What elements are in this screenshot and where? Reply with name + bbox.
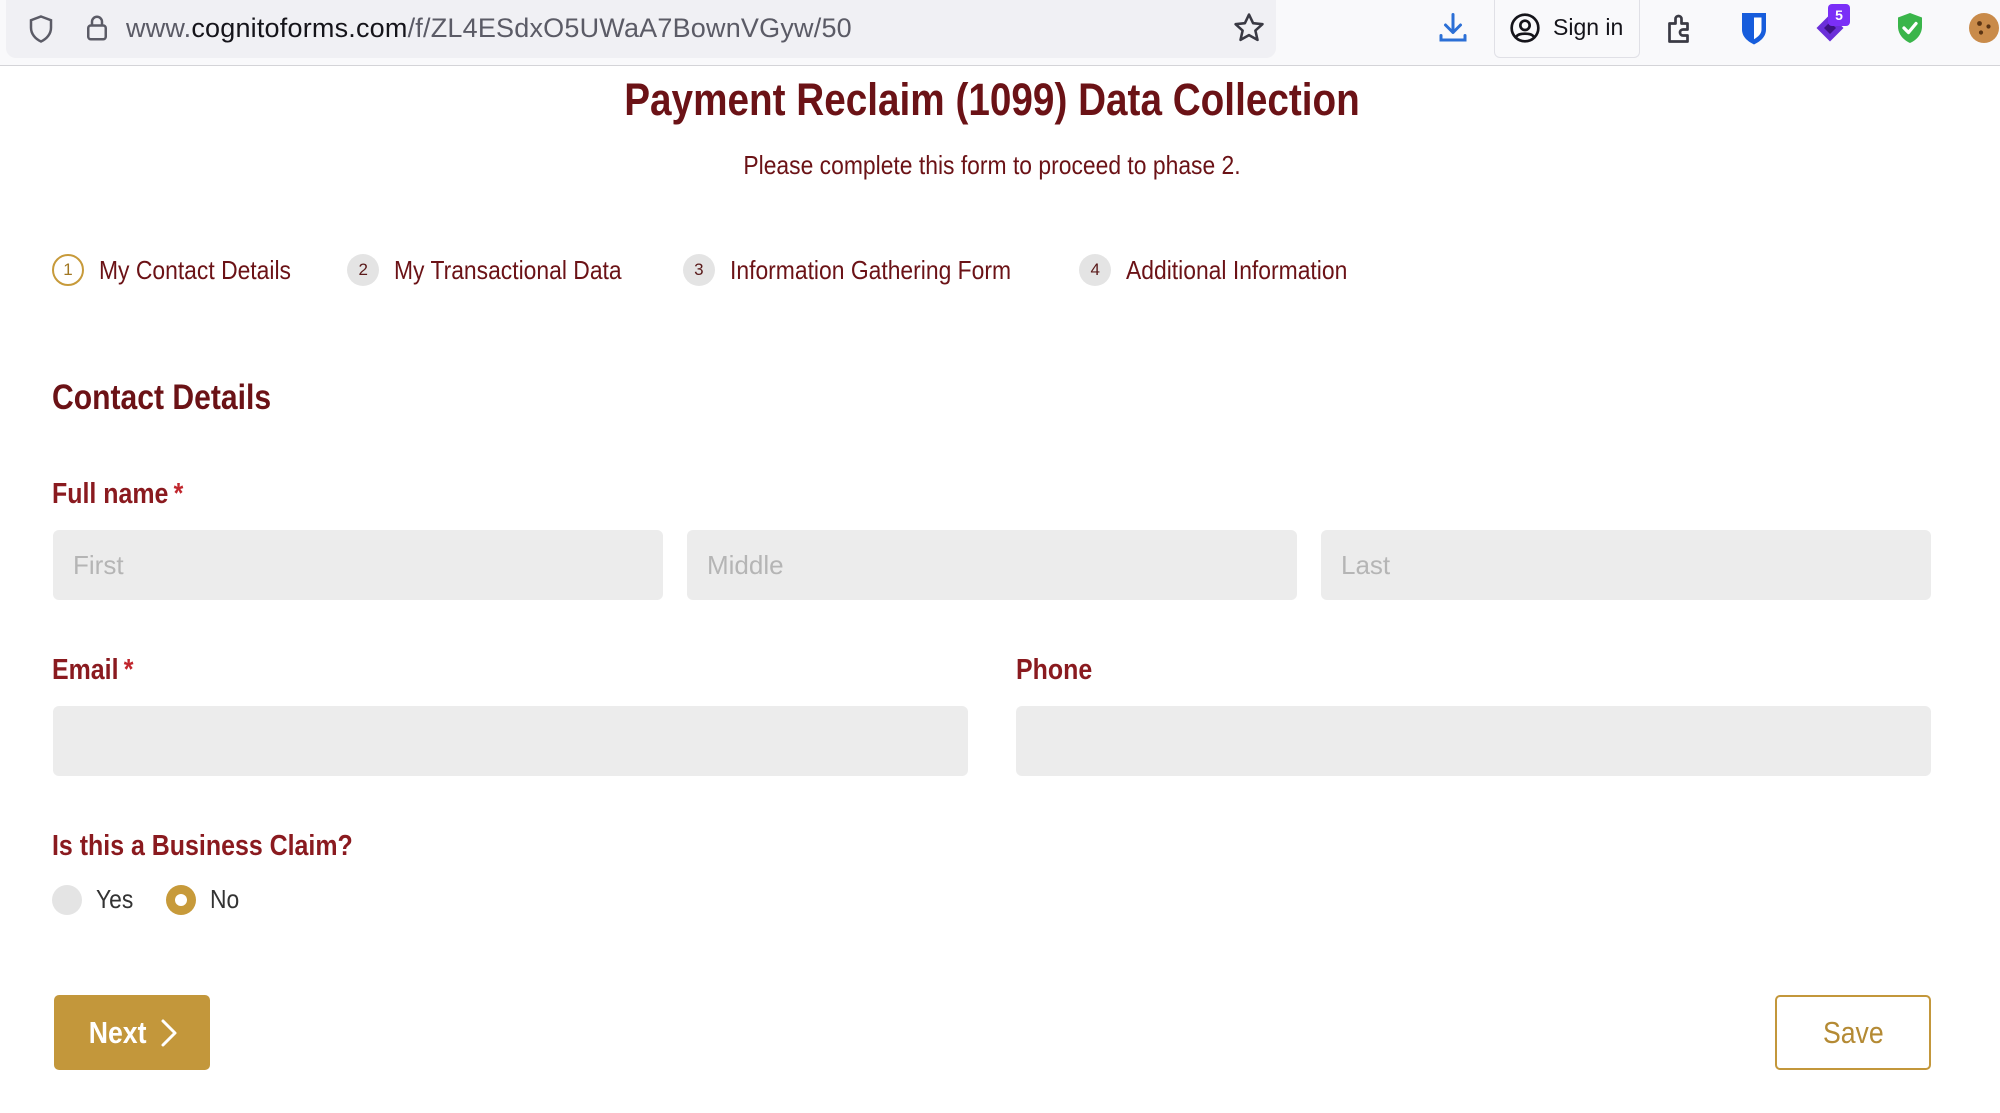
phone-label: Phone [1016, 654, 1093, 686]
step-label: Additional Information [1126, 254, 1348, 285]
radio-button[interactable] [166, 884, 197, 915]
cookie-icon[interactable] [1966, 10, 2000, 46]
bookmark-star-icon[interactable] [1232, 11, 1266, 45]
last-name-input[interactable] [1321, 530, 1931, 600]
step-number: 3 [682, 254, 715, 286]
step-label: My Contact Details [99, 254, 292, 285]
step-progress: 1 My Contact Details 2 My Transactional … [52, 252, 1408, 288]
radio-label: Yes [96, 884, 134, 914]
first-name-input[interactable] [53, 530, 663, 600]
extension-badge: 5 [1828, 4, 1850, 26]
step-label: Information Gathering Form [729, 254, 1011, 285]
phone-input[interactable] [1016, 706, 1931, 776]
save-button[interactable]: Save [1775, 995, 1931, 1070]
step-additional-information[interactable]: 4 Additional Information [1079, 254, 1377, 286]
step-contact-details[interactable]: 1 My Contact Details [52, 254, 317, 286]
radio-button[interactable] [52, 884, 82, 915]
next-button[interactable]: Next [54, 995, 210, 1070]
step-number: 2 [347, 254, 380, 286]
section-title: Contact Details [52, 378, 272, 417]
url-bar[interactable]: www.cognitoforms.com/f/ZL4ESdxO5UWaA7Bow… [6, 0, 1276, 58]
adblock-shield-icon[interactable] [1892, 10, 1928, 46]
required-mark: * [173, 478, 184, 510]
step-transactional-data[interactable]: 2 My Transactional Data [347, 254, 653, 286]
step-number: 4 [1079, 254, 1112, 286]
email-input[interactable] [53, 706, 968, 776]
url-path: /f/ZL4ESdxO5UWaA7BownVGyw/50 [407, 13, 852, 43]
url-prefix: www. [126, 13, 192, 43]
sign-in-label: Sign in [1553, 14, 1624, 40]
form-description: Please complete this form to proceed to … [743, 150, 1241, 180]
form-title: Payment Reclaim (1099) Data Collection [624, 74, 1360, 125]
business-claim-label: Is this a Business Claim? [52, 830, 353, 862]
url-text[interactable]: www.cognitoforms.com/f/ZL4ESdxO5UWaA7Bow… [126, 13, 852, 44]
extensions-icon[interactable] [1662, 10, 1698, 46]
step-label: My Transactional Data [394, 254, 622, 285]
next-label: Next [89, 1014, 147, 1050]
business-claim-radio-group: Yes No [52, 884, 272, 915]
save-label: Save [1822, 1014, 1884, 1050]
email-label: Email * [52, 654, 133, 687]
shield-icon[interactable] [26, 14, 56, 44]
full-name-label-text: Full name [52, 478, 169, 510]
download-icon[interactable] [1435, 10, 1471, 46]
lock-icon[interactable] [82, 12, 112, 44]
step-information-gathering[interactable]: 3 Information Gathering Form [682, 254, 1049, 286]
sign-in-button[interactable]: Sign in [1494, 0, 1640, 58]
step-number: 1 [52, 254, 84, 286]
browser-toolbar: www.cognitoforms.com/f/ZL4ESdxO5UWaA7Bow… [0, 0, 2000, 66]
radio-label: No [210, 884, 240, 914]
business-claim-yes[interactable]: Yes [52, 884, 138, 915]
url-host: cognitoforms.com [191, 13, 408, 43]
business-claim-no[interactable]: No [166, 884, 243, 915]
email-label-text: Email [52, 654, 119, 686]
full-name-label: Full name * [52, 478, 183, 511]
required-mark: * [123, 654, 134, 686]
bitwarden-icon[interactable] [1736, 10, 1772, 46]
chevron-right-icon [161, 1019, 177, 1046]
middle-name-input[interactable] [687, 530, 1297, 600]
account-icon [1510, 13, 1540, 43]
